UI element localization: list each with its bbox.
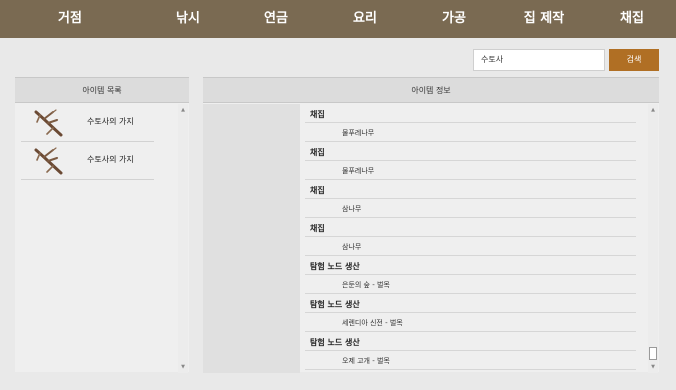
- info-source-detail-text: 삼나무: [342, 243, 362, 251]
- info-source-detail-text: 은둔의 숲 - 벌목: [342, 281, 390, 289]
- info-source-heading-text: 탐험 노드 생산: [310, 338, 360, 347]
- info-source-detail-text: 세렌디아 신전 - 벌목: [342, 319, 403, 327]
- item-list: 수토사의 가지 수토사의 가지: [15, 104, 175, 373]
- item-list-scrollbar[interactable]: ▲ ▼: [178, 104, 188, 373]
- scroll-down-arrow-icon[interactable]: ▼: [178, 363, 188, 371]
- nav-tab-cooking[interactable]: 요리: [333, 0, 397, 38]
- list-item-label: 수토사의 가지: [87, 155, 134, 164]
- info-source-heading-text: 탐험 노드 생산: [310, 262, 360, 271]
- search-button[interactable]: 검색: [609, 49, 659, 71]
- info-source-detail: 물푸레나무: [305, 161, 636, 180]
- info-source-heading-text: 채집: [310, 148, 325, 157]
- info-source-heading: 탐험 노드 생산: [305, 294, 636, 313]
- info-source-heading: 채집: [305, 180, 636, 199]
- item-list-header: 아이템 목록: [15, 78, 189, 103]
- scroll-up-arrow-icon[interactable]: ▲: [178, 106, 188, 114]
- info-source-heading-text: 채집: [310, 110, 325, 119]
- nav-tab-alchemy[interactable]: 연금: [244, 0, 308, 38]
- info-source-detail: 삼나무: [305, 237, 636, 256]
- info-source-detail-text: 물푸레나무: [342, 167, 375, 175]
- scroll-thumb[interactable]: [649, 347, 657, 360]
- nav-tab-processing[interactable]: 가공: [422, 0, 486, 38]
- item-info-panel: 아이템 정보 채집 물푸레나무 채집 물푸레나무 채집 삼나무 채집 삼나무 탐험 노드 생산 은…: [203, 77, 659, 373]
- info-source-heading-text: 탐험 노드 생산: [310, 300, 360, 309]
- nav-tab-base[interactable]: 거점: [38, 0, 102, 38]
- list-item[interactable]: 수토사의 가지: [21, 142, 154, 180]
- info-source-detail: 은둔의 숲 - 벌목: [305, 275, 636, 294]
- search-input[interactable]: 수토사: [473, 49, 605, 71]
- info-source-detail-text: 오제 고개 - 벌목: [342, 357, 390, 365]
- info-source-detail-text: 물푸레나무: [342, 129, 375, 137]
- nav-tab-fishing[interactable]: 낚시: [156, 0, 220, 38]
- item-info-scrollbar[interactable]: ▲ ▼: [648, 104, 658, 373]
- info-source-heading: 채집: [305, 218, 636, 237]
- item-info-rows: 채집 물푸레나무 채집 물푸레나무 채집 삼나무 채집 삼나무 탐험 노드 생산 은둔의 숲 - …: [305, 104, 636, 373]
- item-info-gutter: [203, 104, 300, 373]
- list-item-label: 수토사의 가지: [87, 117, 134, 126]
- nav-tab-gathering[interactable]: 채집: [600, 0, 664, 38]
- info-source-detail: 물푸레나무: [305, 123, 636, 142]
- info-source-heading: 채집: [305, 104, 636, 123]
- item-list-panel: 아이템 목록 수토사의 가지 수토사의 가지 ▲ ▼: [15, 77, 189, 373]
- info-source-heading-text: 채집: [310, 224, 325, 233]
- nav-tab-house-crafting[interactable]: 집 제작: [510, 0, 578, 38]
- scroll-up-arrow-icon[interactable]: ▲: [648, 106, 658, 114]
- item-info-header: 아이템 정보: [203, 78, 659, 103]
- branch-icon: [34, 109, 63, 137]
- branch-icon: [34, 147, 63, 175]
- item-info-body: 채집 물푸레나무 채집 물푸레나무 채집 삼나무 채집 삼나무 탐험 노드 생산 은둔의 숲 - …: [203, 104, 659, 373]
- info-source-heading: 탐험 노드 생산: [305, 256, 636, 275]
- info-source-detail-text: 삼나무: [342, 205, 362, 213]
- info-source-heading-text: 채집: [310, 186, 325, 195]
- info-source-detail: 삼나무: [305, 199, 636, 218]
- list-item[interactable]: 수토사의 가지: [21, 104, 154, 142]
- top-nav-bar: 거점 낚시 연금 요리 가공 집 제작 채집: [0, 0, 676, 38]
- info-source-detail: 오제 고개 - 벌목: [305, 351, 636, 370]
- info-source-heading: 채집: [305, 142, 636, 161]
- info-source-heading: 탐험 노드 생산: [305, 332, 636, 351]
- scroll-down-arrow-icon[interactable]: ▼: [648, 363, 658, 371]
- info-source-detail: 세렌디아 신전 - 벌목: [305, 313, 636, 332]
